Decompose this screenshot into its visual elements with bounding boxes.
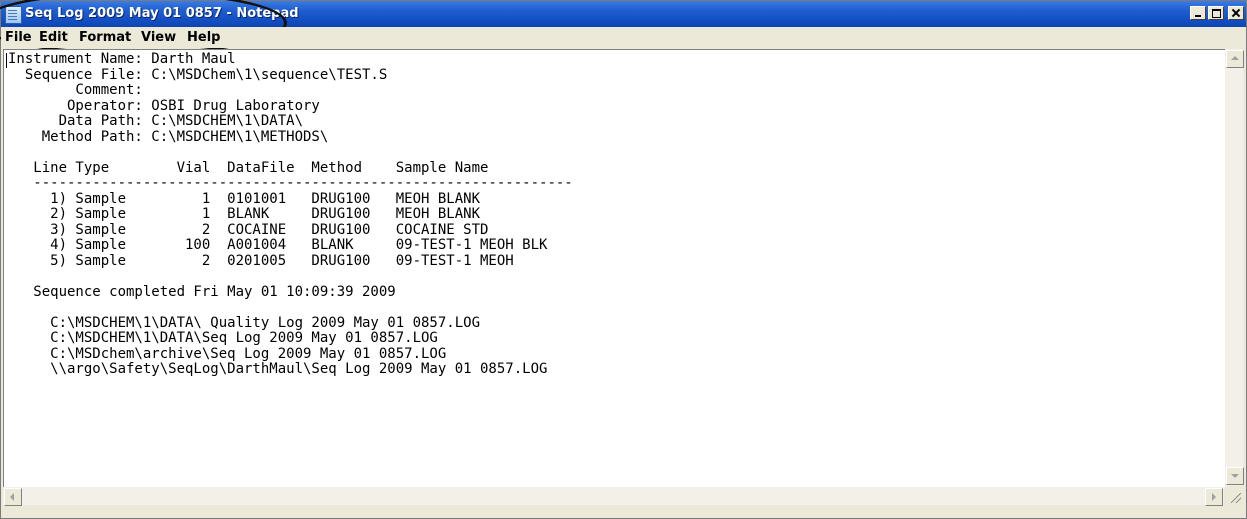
- title-bar[interactable]: Seq Log 2009 May 01 0857 - Notepad: [1, 1, 1246, 27]
- close-button[interactable]: [1228, 6, 1244, 20]
- arrow-left-icon: [10, 493, 14, 501]
- notepad-icon[interactable]: [5, 6, 22, 24]
- document-text[interactable]: Instrument Name: Darth Maul Sequence Fil…: [8, 51, 573, 378]
- minimize-button[interactable]: [1190, 6, 1206, 20]
- scroll-down-button[interactable]: [1226, 467, 1244, 485]
- scroll-left-button[interactable]: [4, 488, 22, 506]
- menu-help[interactable]: Help: [187, 30, 220, 45]
- horizontal-scrollbar[interactable]: [3, 487, 1224, 506]
- maximize-button[interactable]: [1208, 6, 1224, 20]
- menu-view[interactable]: View: [141, 30, 176, 45]
- scroll-up-button[interactable]: [1226, 50, 1244, 68]
- menu-bar: File Edit Format View Help: [1, 27, 1246, 48]
- vertical-scrollbar[interactable]: [1225, 49, 1244, 486]
- notepad-window: Seq Log 2009 May 01 0857 - Notepad File …: [0, 0, 1247, 519]
- arrow-down-icon: [1231, 474, 1239, 478]
- scroll-right-button[interactable]: [1205, 488, 1223, 506]
- menu-edit[interactable]: Edit: [39, 30, 68, 45]
- menu-file[interactable]: File: [5, 30, 32, 45]
- arrow-right-icon: [1212, 493, 1216, 501]
- menu-format[interactable]: Format: [79, 30, 131, 45]
- text-caret: [6, 53, 7, 68]
- resize-grip-icon[interactable]: [1225, 487, 1243, 505]
- window-title: Seq Log 2009 May 01 0857 - Notepad: [25, 6, 299, 21]
- text-editor[interactable]: Instrument Name: Darth Maul Sequence Fil…: [3, 49, 1225, 487]
- window-controls: [1190, 6, 1244, 20]
- arrow-up-icon: [1231, 56, 1239, 60]
